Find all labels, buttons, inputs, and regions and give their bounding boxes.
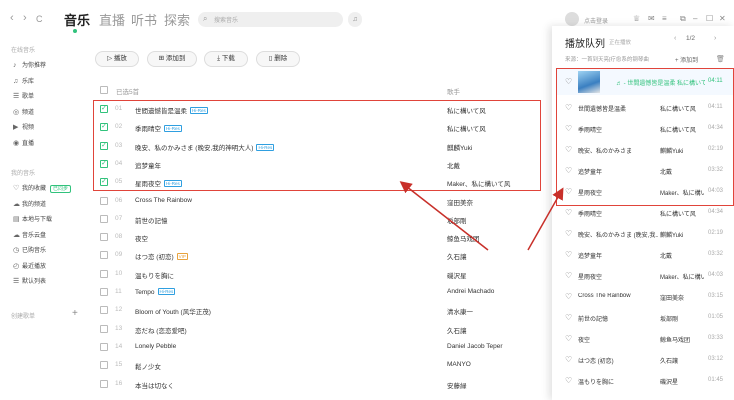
arrow-to-song-list: [399, 181, 489, 251]
annotation-arrows: [399, 181, 564, 251]
arrow-to-queue: [527, 187, 564, 251]
